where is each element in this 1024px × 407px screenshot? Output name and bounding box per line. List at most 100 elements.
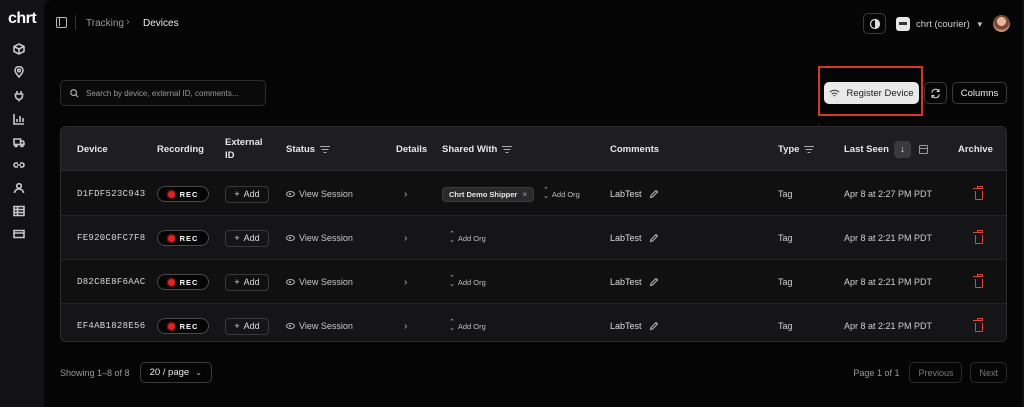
pencil-icon[interactable]: [649, 189, 659, 199]
recording-cell: REC: [157, 172, 209, 216]
next-page-button[interactable]: Next: [970, 362, 1007, 383]
add-org-button[interactable]: ⌃ ⌄ Add Org: [543, 187, 580, 200]
add-external-id-button[interactable]: + Add: [225, 317, 269, 335]
add-org-button[interactable]: ⌃ ⌄ Add Org: [449, 275, 486, 288]
org-switcher[interactable]: chrt (courier) ▼: [896, 15, 984, 33]
main-panel: Tracking › Devices chrt (courier) ▼ Sear…: [44, 0, 1022, 407]
register-device-button[interactable]: Register Device: [824, 82, 919, 104]
device-id: D1FDF523C943: [77, 189, 146, 199]
chevron-right-icon[interactable]: ›: [404, 233, 407, 244]
column-header-external-id[interactable]: External ID: [225, 127, 265, 171]
column-header-comments[interactable]: Comments: [610, 127, 659, 171]
icon-rail: chrt: [0, 0, 44, 407]
filter-icon[interactable]: [320, 145, 331, 153]
user-icon[interactable]: [12, 181, 26, 195]
column-header-type[interactable]: Type: [778, 127, 815, 171]
pagination-left: Showing 1–8 of 8 20 / page ⌄: [60, 362, 212, 383]
add-org-button[interactable]: ⌃ ⌄ Add Org: [449, 319, 486, 332]
plug-icon[interactable]: [12, 89, 26, 103]
chevron-down-icon: ▼: [975, 19, 984, 29]
trash-icon[interactable]: [973, 185, 983, 200]
add-external-id-button[interactable]: + Add: [225, 185, 269, 203]
chevron-right-icon[interactable]: ›: [404, 321, 407, 332]
sidebar-toggle-icon[interactable]: [56, 17, 67, 28]
last-seen-cell: Apr 8 at 2:27 PM PDT: [844, 189, 933, 199]
map-pin-icon[interactable]: [12, 65, 26, 79]
device-id: D82C8E8F6AAC: [77, 277, 146, 287]
app-frame: chrt Tracking › Devices chrt (courier) ▼…: [0, 0, 1024, 407]
column-header-status[interactable]: Status: [286, 127, 331, 171]
rec-badge[interactable]: REC: [157, 230, 209, 246]
trash-icon[interactable]: [973, 229, 983, 244]
columns-button[interactable]: Columns: [952, 82, 1007, 104]
chevron-right-icon[interactable]: ›: [404, 277, 407, 288]
archive-cell: [973, 260, 983, 304]
column-header-last-seen[interactable]: Last Seen ↓: [844, 127, 928, 171]
package-icon[interactable]: [12, 42, 26, 56]
previous-page-button[interactable]: Previous: [909, 362, 963, 383]
close-icon[interactable]: ×: [522, 190, 527, 199]
breadcrumb-tracking[interactable]: Tracking: [86, 18, 124, 29]
filter-icon[interactable]: [502, 145, 513, 153]
breadcrumb-current: Devices: [143, 18, 179, 29]
truck-icon[interactable]: [12, 135, 26, 149]
eye-icon: [286, 235, 295, 241]
rec-badge[interactable]: REC: [157, 274, 209, 290]
view-session-link[interactable]: View Session: [286, 233, 353, 243]
refresh-button[interactable]: [924, 82, 947, 104]
column-header-details[interactable]: Details: [396, 127, 427, 171]
table-row: D82C8E8F6AAC REC + Add View Session › ⌃ ⌄ A…: [61, 260, 1006, 304]
status-cell: View Session: [286, 216, 353, 260]
eye-icon: [286, 323, 295, 329]
status-cell: View Session: [286, 172, 353, 216]
link-icon[interactable]: [12, 158, 26, 172]
shared-org-tag: Chrt Demo Shipper ×: [442, 186, 535, 202]
page-size-select[interactable]: 20 / page ⌄: [139, 362, 212, 383]
calendar-icon[interactable]: [918, 144, 928, 154]
view-session-link[interactable]: View Session: [286, 277, 353, 287]
rec-badge[interactable]: REC: [157, 186, 209, 202]
wifi-icon: [830, 89, 840, 96]
avatar[interactable]: [993, 15, 1010, 32]
search-box[interactable]: [60, 80, 266, 106]
plus-icon: +: [234, 321, 240, 331]
rec-badge[interactable]: REC: [157, 318, 209, 334]
search-input[interactable]: [86, 88, 261, 98]
sort-descending-icon[interactable]: ↓: [893, 140, 911, 158]
org-logo-icon: [896, 17, 910, 31]
divider: [75, 15, 76, 30]
add-external-id-button[interactable]: + Add: [225, 229, 269, 247]
comment-text: LabTest: [610, 189, 642, 199]
credit-card-icon[interactable]: [12, 227, 26, 241]
view-session-link[interactable]: View Session: [286, 321, 353, 331]
add-org-button[interactable]: ⌃ ⌄ Add Org: [449, 231, 486, 244]
chevron-right-icon[interactable]: ›: [404, 189, 407, 200]
trash-icon[interactable]: [973, 317, 983, 332]
pencil-icon[interactable]: [649, 277, 659, 287]
recording-cell: REC: [157, 216, 209, 260]
add-external-id-button[interactable]: + Add: [225, 273, 269, 291]
details-cell: ›: [404, 260, 407, 304]
column-header-archive[interactable]: Archive: [958, 127, 993, 171]
view-session-link[interactable]: View Session: [286, 189, 353, 199]
type-cell: Tag: [778, 277, 793, 287]
theme-toggle-button[interactable]: [863, 13, 886, 34]
status-cell: View Session: [286, 304, 353, 341]
column-header-shared-with[interactable]: Shared With: [442, 127, 513, 171]
devices-table: Device Recording External ID Status Deta…: [60, 126, 1007, 342]
shared-with-cell: ⌃ ⌄ Add Org: [449, 260, 486, 304]
chevron-up-down-icon: ⌃ ⌄: [543, 187, 549, 200]
eye-icon: [286, 279, 295, 285]
table-icon[interactable]: [12, 204, 26, 218]
app-logo[interactable]: chrt: [8, 10, 37, 28]
record-dot-icon: [167, 322, 175, 330]
trash-icon[interactable]: [973, 273, 983, 288]
comments-cell: LabTest: [610, 172, 659, 216]
details-cell: ›: [404, 304, 407, 341]
filter-icon[interactable]: [804, 145, 815, 153]
bar-chart-icon[interactable]: [12, 112, 26, 126]
pencil-icon[interactable]: [649, 321, 659, 331]
pencil-icon[interactable]: [649, 233, 659, 243]
column-header-recording[interactable]: Recording: [157, 127, 204, 171]
column-header-device[interactable]: Device: [77, 127, 108, 171]
